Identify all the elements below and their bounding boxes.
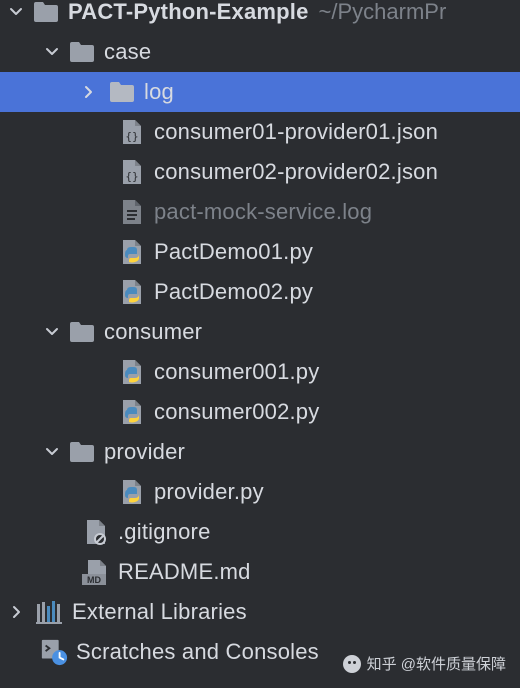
tree-item-label: consumer	[104, 319, 203, 344]
tree-item-external-libraries[interactable]: External Libraries	[0, 592, 520, 632]
tree-item-label: log	[144, 79, 174, 104]
project-root-path: ~/PycharmPr	[318, 0, 447, 24]
tree-item-label: Scratches and Consoles	[76, 639, 319, 664]
python-file-icon	[118, 398, 146, 426]
tree-item-label: provider	[104, 439, 186, 464]
json-file-icon: {}	[118, 118, 146, 146]
chevron-down-icon[interactable]	[44, 44, 60, 60]
tree-item-label: External Libraries	[72, 599, 247, 624]
tree-item-gitignore[interactable]: .gitignore	[0, 512, 520, 552]
python-file-icon	[118, 278, 146, 306]
tree-item-label: PactDemo02.py	[154, 279, 314, 304]
tree-root-row[interactable]: PACT-Python-Example ~/PycharmPr	[0, 0, 520, 32]
tree-item-case[interactable]: case	[0, 32, 520, 72]
tree-item-readme[interactable]: MD README.md	[0, 552, 520, 592]
tree-item-label: consumer01-provider01.json	[154, 119, 439, 144]
chevron-right-icon[interactable]	[8, 604, 24, 620]
folder-icon	[32, 0, 60, 26]
chevron-down-icon[interactable]	[8, 4, 24, 20]
python-file-icon	[118, 358, 146, 386]
scratches-icon	[40, 638, 68, 666]
folder-icon	[68, 38, 96, 66]
tree-item-label: README.md	[118, 559, 251, 584]
project-tree: PACT-Python-Example ~/PycharmPr case log…	[0, 0, 520, 688]
wechat-icon	[342, 654, 361, 673]
tree-item-label: provider.py	[154, 479, 264, 504]
watermark-text: 知乎 @软件质量保障	[366, 656, 506, 673]
tree-item-python-4[interactable]: consumer002.py	[0, 392, 520, 432]
project-root-label: PACT-Python-Example	[68, 0, 309, 24]
zhihu-watermark: 知乎 @软件质量保障	[342, 653, 506, 674]
tree-item-provider[interactable]: provider	[0, 432, 520, 472]
chevron-right-icon[interactable]	[80, 84, 96, 100]
tree-item-label: pact-mock-service.log	[154, 199, 373, 224]
tree-item-label: consumer001.py	[154, 359, 320, 384]
tree-item-consumer[interactable]: consumer	[0, 312, 520, 352]
tree-item-log-file[interactable]: pact-mock-service.log	[0, 192, 520, 232]
folder-icon	[68, 438, 96, 466]
tree-item-json-1[interactable]: {} consumer01-provider01.json	[0, 112, 520, 152]
python-file-icon	[118, 478, 146, 506]
tree-item-python-1[interactable]: PactDemo01.py	[0, 232, 520, 272]
tree-item-label: consumer02-provider02.json	[154, 159, 439, 184]
tree-item-python-3[interactable]: consumer001.py	[0, 352, 520, 392]
svg-text:MD: MD	[87, 575, 101, 585]
log-file-icon	[118, 198, 146, 226]
folder-icon	[108, 78, 136, 106]
svg-text:{}: {}	[125, 130, 138, 143]
tree-item-label: PactDemo01.py	[154, 239, 314, 264]
libraries-icon	[36, 598, 64, 626]
markdown-icon: MD	[82, 558, 110, 586]
gitignore-icon	[82, 518, 110, 546]
python-file-icon	[118, 238, 146, 266]
tree-item-python-2[interactable]: PactDemo02.py	[0, 272, 520, 312]
chevron-down-icon[interactable]	[44, 444, 60, 460]
svg-text:{}: {}	[125, 170, 138, 183]
tree-item-log[interactable]: log	[0, 72, 520, 112]
tree-item-label: consumer002.py	[154, 399, 320, 424]
folder-icon	[68, 318, 96, 346]
tree-item-label: .gitignore	[118, 519, 211, 544]
json-file-icon: {}	[118, 158, 146, 186]
tree-item-label: case	[104, 39, 152, 64]
tree-item-python-5[interactable]: provider.py	[0, 472, 520, 512]
chevron-down-icon[interactable]	[44, 324, 60, 340]
tree-item-json-2[interactable]: {} consumer02-provider02.json	[0, 152, 520, 192]
